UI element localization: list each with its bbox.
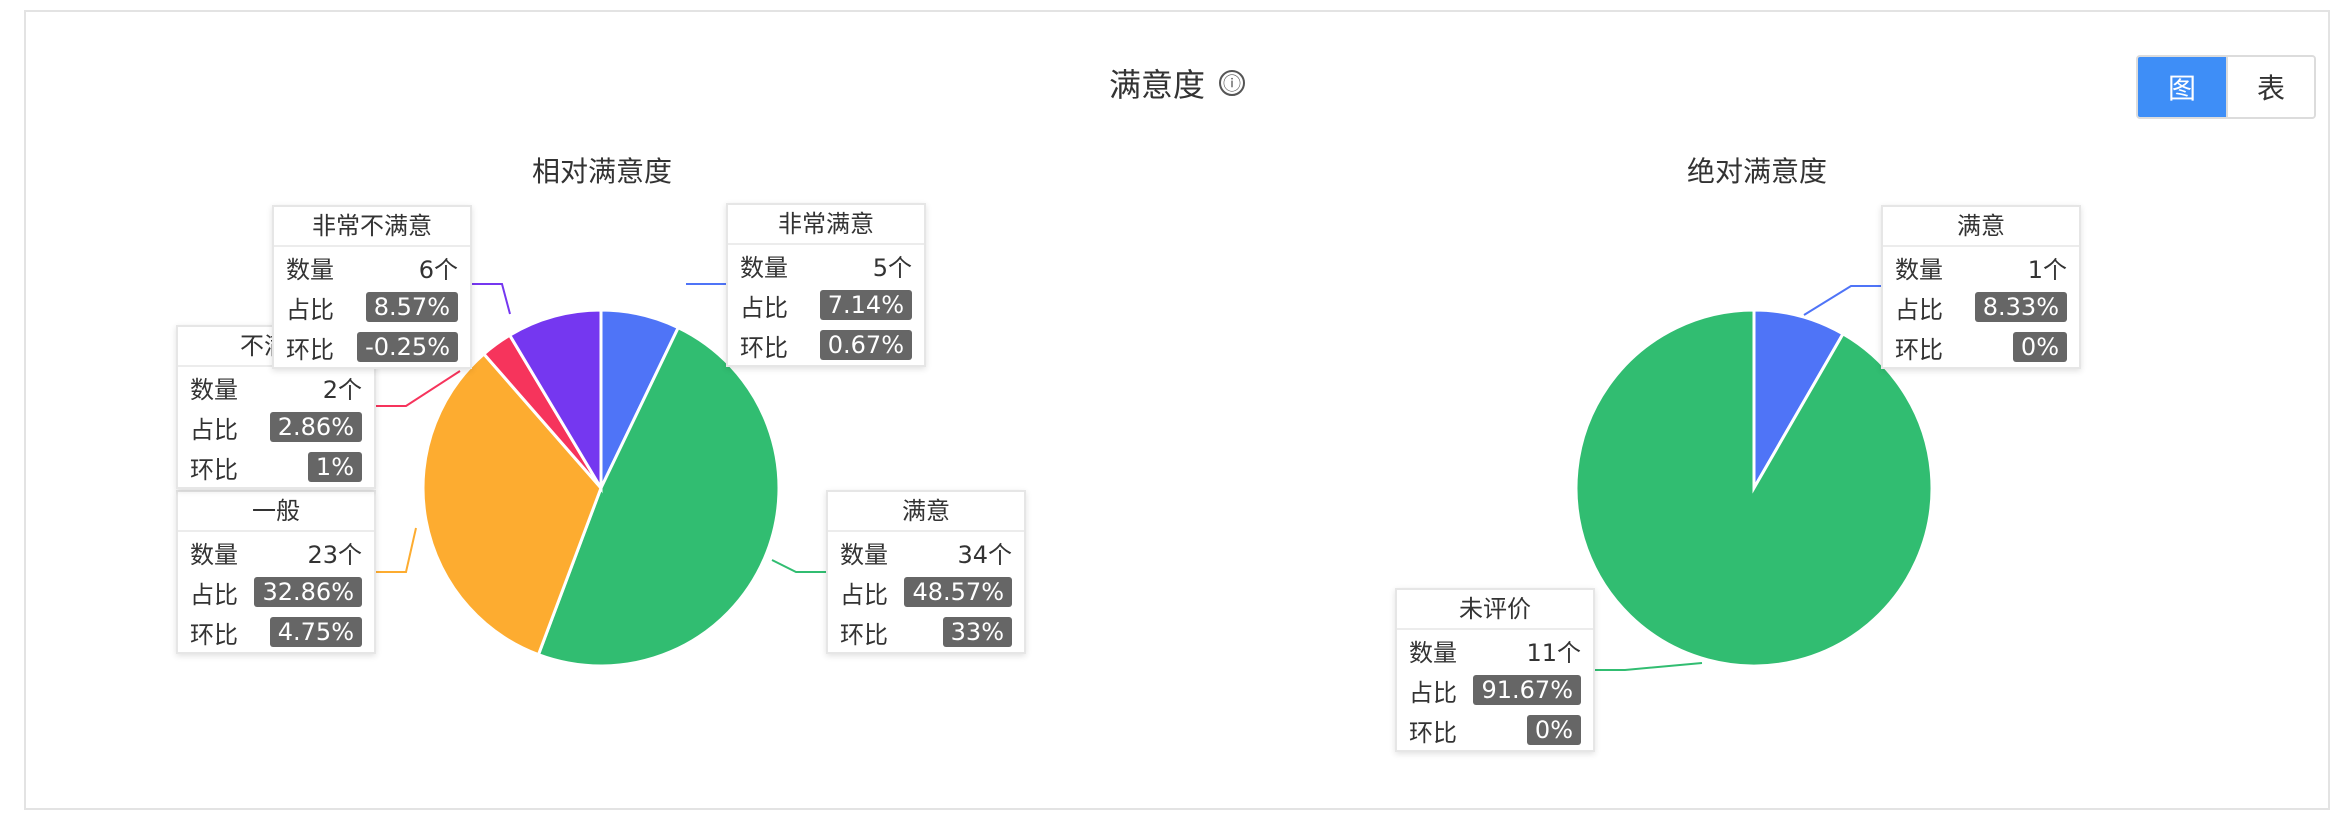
tooltip-title: 非常不满意 bbox=[274, 207, 470, 247]
tooltip-label: 环比 bbox=[190, 620, 238, 649]
tooltip-label: 占比 bbox=[190, 580, 238, 609]
tooltip-row-mom: 环比 0% bbox=[1883, 327, 2079, 367]
pie0-leader-1 bbox=[771, 559, 826, 573]
tooltip-label: 环比 bbox=[1409, 718, 1457, 747]
tooltip-badge: 0% bbox=[2012, 332, 2067, 362]
pie1-tooltip-0: 满意 数量 1个 占比 8.33% 环比 0% bbox=[1881, 205, 2081, 369]
tooltip-label: 数量 bbox=[1409, 638, 1457, 667]
tooltip-label: 占比 bbox=[286, 295, 334, 324]
tooltip-label: 环比 bbox=[740, 333, 788, 362]
tooltip-label: 数量 bbox=[190, 375, 238, 404]
tooltip-label: 数量 bbox=[1895, 255, 1943, 284]
tooltip-row-mom: 环比 1% bbox=[178, 447, 374, 487]
tooltip-badge: -0.25% bbox=[357, 332, 458, 362]
tooltip-badge: 8.57% bbox=[365, 292, 458, 322]
tooltip-value: 23个 bbox=[307, 540, 362, 569]
tooltip-row-mom: 环比 -0.25% bbox=[274, 327, 470, 367]
tooltip-row-count: 数量 2个 bbox=[178, 367, 374, 407]
tooltip-title: 满意 bbox=[828, 492, 1024, 532]
tooltip-value: 34个 bbox=[957, 540, 1012, 569]
tooltip-label: 占比 bbox=[190, 415, 238, 444]
tooltip-row-count: 数量 5个 bbox=[728, 245, 924, 285]
tooltip-row-ratio: 占比 8.57% bbox=[274, 287, 470, 327]
tooltip-badge: 7.14% bbox=[819, 290, 912, 320]
tooltip-row-ratio: 占比 32.86% bbox=[178, 572, 374, 612]
pie0-tooltip-2: 一般 数量 23个 占比 32.86% 环比 4.75% bbox=[176, 490, 376, 654]
pie0-leader-2 bbox=[376, 527, 417, 573]
tooltip-row-mom: 环比 0% bbox=[1397, 710, 1593, 750]
tooltip-label: 数量 bbox=[840, 540, 888, 569]
tooltip-label: 环比 bbox=[190, 455, 238, 484]
pie1-tooltip-1: 未评价 数量 11个 占比 91.67% 环比 0% bbox=[1395, 588, 1595, 752]
tooltip-label: 环比 bbox=[286, 335, 334, 364]
tooltip-title: 非常满意 bbox=[728, 205, 924, 245]
tooltip-badge: 0% bbox=[1526, 715, 1581, 745]
pie0-tooltip-4: 非常不满意 数量 6个 占比 8.57% 环比 -0.25% bbox=[272, 205, 472, 369]
tooltip-label: 数量 bbox=[740, 253, 788, 282]
tooltip-label: 占比 bbox=[840, 580, 888, 609]
tooltip-label: 环比 bbox=[840, 620, 888, 649]
tooltip-badge: 8.33% bbox=[1974, 292, 2067, 322]
tooltip-label: 数量 bbox=[190, 540, 238, 569]
tooltip-label: 占比 bbox=[1895, 295, 1943, 324]
pie0-tooltip-1: 满意 数量 34个 占比 48.57% 环比 33% bbox=[826, 490, 1026, 654]
tooltip-row-count: 数量 1个 bbox=[1883, 247, 2079, 287]
tooltip-row-count: 数量 11个 bbox=[1397, 630, 1593, 670]
tooltip-title: 满意 bbox=[1883, 207, 2079, 247]
tooltip-value: 1个 bbox=[2027, 255, 2067, 284]
tooltip-badge: 1% bbox=[307, 452, 362, 482]
tooltip-badge: 0.67% bbox=[819, 330, 912, 360]
tooltip-row-mom: 环比 0.67% bbox=[728, 325, 924, 365]
tooltip-badge: 4.75% bbox=[269, 617, 362, 647]
tooltip-value: 5个 bbox=[872, 253, 912, 282]
tooltip-value: 2个 bbox=[322, 375, 362, 404]
tooltip-row-ratio: 占比 91.67% bbox=[1397, 670, 1593, 710]
tooltip-row-ratio: 占比 2.86% bbox=[178, 407, 374, 447]
tooltip-label: 数量 bbox=[286, 255, 334, 284]
pie0-leader-4 bbox=[472, 283, 511, 315]
tooltip-row-mom: 环比 4.75% bbox=[178, 612, 374, 652]
pie1-leader-0 bbox=[1803, 285, 1881, 316]
tooltip-badge: 33% bbox=[942, 617, 1012, 647]
tooltip-row-count: 数量 6个 bbox=[274, 247, 470, 287]
tooltip-row-count: 数量 23个 bbox=[178, 532, 374, 572]
tooltip-row-count: 数量 34个 bbox=[828, 532, 1024, 572]
tooltip-badge: 32.86% bbox=[254, 577, 362, 607]
pie1-leader-1 bbox=[1595, 662, 1703, 671]
pie0-tooltip-0: 非常满意 数量 5个 占比 7.14% 环比 0.67% bbox=[726, 203, 926, 367]
tooltip-badge: 91.67% bbox=[1473, 675, 1581, 705]
tooltip-label: 环比 bbox=[1895, 335, 1943, 364]
stage: 满意度 ⓘ 图 表 相对满意度 绝对满意度 非常满意 数量 5个 占比 7.14… bbox=[0, 0, 2346, 828]
tooltip-value: 6个 bbox=[418, 255, 458, 284]
tooltip-row-ratio: 占比 8.33% bbox=[1883, 287, 2079, 327]
tooltip-row-ratio: 占比 7.14% bbox=[728, 285, 924, 325]
tooltip-row-ratio: 占比 48.57% bbox=[828, 572, 1024, 612]
tooltip-label: 占比 bbox=[1409, 678, 1457, 707]
tooltip-label: 占比 bbox=[740, 293, 788, 322]
tooltip-badge: 48.57% bbox=[904, 577, 1012, 607]
tooltip-badge: 2.86% bbox=[269, 412, 362, 442]
tooltip-value: 11个 bbox=[1526, 638, 1581, 667]
pie1-slice-1[interactable] bbox=[1574, 308, 1934, 668]
tooltip-row-mom: 环比 33% bbox=[828, 612, 1024, 652]
tooltip-title: 一般 bbox=[178, 492, 374, 532]
tooltip-title: 未评价 bbox=[1397, 590, 1593, 630]
